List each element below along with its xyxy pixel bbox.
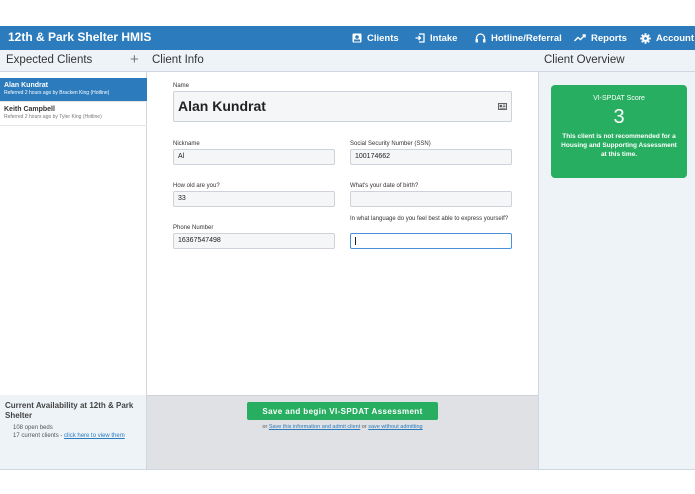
nav-hotline[interactable]: Hotline/Referral bbox=[475, 26, 562, 50]
add-client-button[interactable]: + bbox=[130, 51, 139, 68]
form-action-bar: Save and begin VI-SPDAT Assessment or Sa… bbox=[147, 395, 538, 469]
page-bottom-divider bbox=[0, 469, 695, 470]
app-window: 12th & Park Shelter HMIS Clients Intake … bbox=[0, 26, 695, 469]
phone-input[interactable]: 16367547498 bbox=[173, 233, 335, 249]
app-title[interactable]: 12th & Park Shelter HMIS bbox=[8, 30, 151, 44]
expected-clients-title: Expected Clients bbox=[6, 54, 93, 66]
person-card-icon bbox=[352, 33, 362, 43]
column-header-row: Expected Clients + Client Info Client Ov… bbox=[0, 50, 695, 72]
sign-in-icon bbox=[415, 33, 425, 43]
or-text: or bbox=[360, 424, 369, 430]
save-without-admitting-link[interactable]: save without admitting bbox=[368, 424, 422, 430]
alternate-actions: or Save this information and admit clien… bbox=[147, 424, 538, 430]
nickname-input[interactable]: Al bbox=[173, 149, 335, 165]
nav-clients[interactable]: Clients bbox=[352, 26, 399, 50]
client-list-item[interactable]: Alan Kundrat Referred 2 hours ago by Bra… bbox=[0, 78, 147, 102]
nav-clients-label: Clients bbox=[367, 32, 399, 44]
headphones-icon bbox=[475, 33, 486, 43]
nav-reports-label: Reports bbox=[591, 32, 627, 44]
gear-icon bbox=[640, 32, 651, 44]
client-overview-title: Client Overview bbox=[544, 54, 625, 66]
open-beds-text: 108 open beds bbox=[13, 425, 53, 431]
language-label: In what language do you feel best able t… bbox=[350, 216, 509, 222]
current-clients-text: 17 current clients - click here to view … bbox=[13, 432, 141, 440]
save-and-admit-link[interactable]: Save this information and admit client bbox=[269, 424, 360, 430]
name-field[interactable]: Alan Kundrat bbox=[173, 91, 512, 122]
score-value: 3 bbox=[613, 106, 625, 128]
nav-reports[interactable]: Reports bbox=[574, 26, 627, 50]
name-value: Alan Kundrat bbox=[178, 98, 266, 114]
client-referral-info: Referred 2 hours ago by Bracken King (Ho… bbox=[4, 90, 110, 96]
ssn-label: Social Security Number (SSN) bbox=[350, 141, 431, 147]
ssn-input[interactable]: 100174662 bbox=[350, 149, 512, 165]
view-clients-link[interactable]: click here to view them bbox=[64, 433, 125, 439]
age-label: How old are you? bbox=[173, 183, 220, 189]
trend-line-icon bbox=[574, 34, 586, 42]
client-info-title: Client Info bbox=[152, 54, 204, 66]
client-overview-panel: VI-SPDAT Score 3 This client is not reco… bbox=[538, 72, 695, 469]
nav-account-label: Account bbox=[656, 32, 694, 44]
name-label: Name bbox=[173, 83, 190, 89]
nav-intake-label: Intake bbox=[430, 32, 458, 44]
nickname-label: Nickname bbox=[173, 141, 200, 147]
score-message: This client is not recommended for a Hou… bbox=[561, 133, 677, 158]
vi-spdat-score-card: VI-SPDAT Score 3 This client is not reco… bbox=[551, 85, 687, 178]
dob-label: What's your date of birth? bbox=[350, 183, 419, 189]
nav-intake[interactable]: Intake bbox=[415, 26, 457, 50]
text-cursor bbox=[355, 237, 356, 245]
save-and-assess-button[interactable]: Save and begin VI-SPDAT Assessment bbox=[247, 402, 438, 420]
language-input[interactable] bbox=[350, 233, 512, 249]
age-input[interactable]: 33 bbox=[173, 191, 335, 207]
availability-title: Current Availability at 12th & Park Shel… bbox=[5, 401, 134, 420]
client-name: Keith Campbell bbox=[4, 106, 55, 113]
top-navbar: 12th & Park Shelter HMIS Clients Intake … bbox=[0, 26, 695, 50]
client-referral-info: Referred 2 hours ago by Tyler King (Hotl… bbox=[4, 114, 102, 120]
current-clients-count: 17 current clients - bbox=[13, 433, 65, 439]
client-list-item[interactable]: Keith Campbell Referred 2 hours ago by T… bbox=[0, 102, 147, 126]
nav-hotline-label: Hotline/Referral bbox=[491, 32, 562, 44]
nav-account[interactable]: Account bbox=[640, 26, 694, 50]
phone-label: Phone Number bbox=[173, 225, 214, 231]
availability-panel: Current Availability at 12th & Park Shel… bbox=[0, 395, 147, 469]
id-card-icon[interactable] bbox=[498, 103, 507, 110]
dob-input[interactable] bbox=[350, 191, 512, 207]
client-name: Alan Kundrat bbox=[4, 82, 48, 89]
score-title: VI-SPDAT Score bbox=[593, 95, 645, 102]
